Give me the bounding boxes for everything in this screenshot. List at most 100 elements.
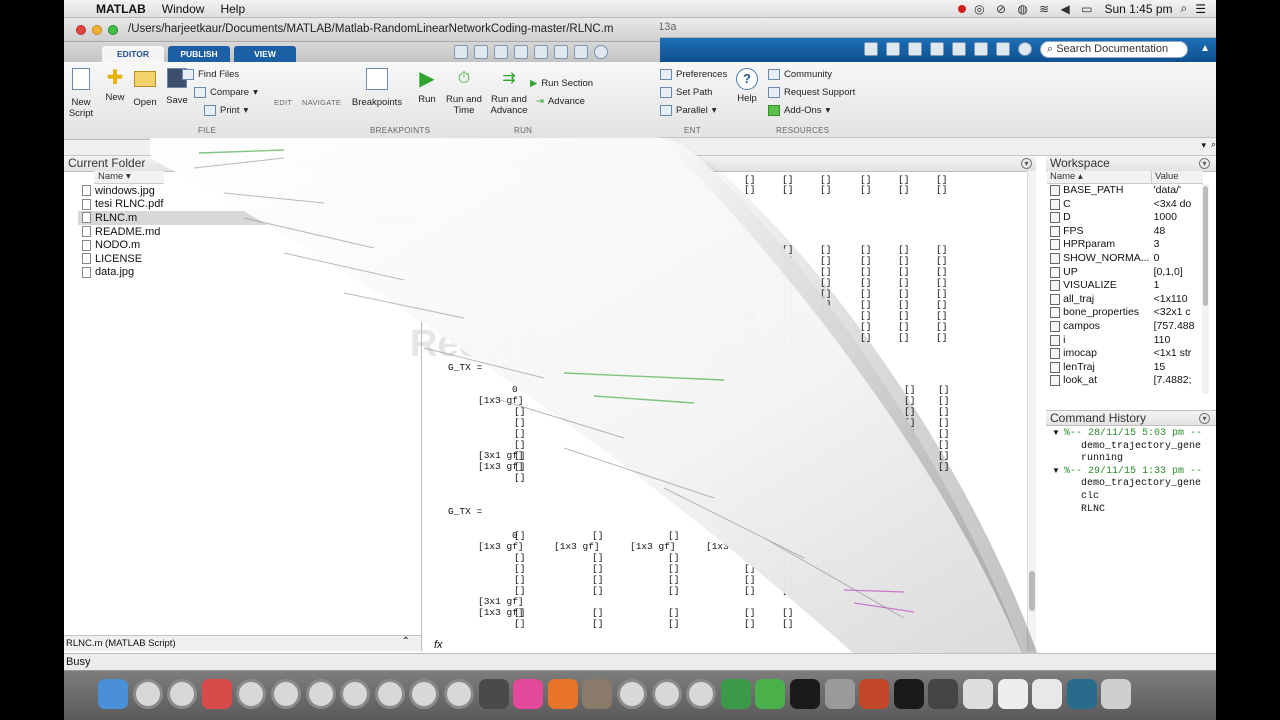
variable-icon	[1050, 307, 1061, 319]
itunes-icon[interactable]	[513, 679, 544, 709]
status-icons: ◎ ⊘ ◍ ≋ ◀ ▭	[974, 1, 1097, 16]
blocked-app-icon[interactable]	[409, 679, 440, 709]
workspace-row[interactable]: bone_properties <32x1 c	[1047, 306, 1197, 320]
search-documentation-input[interactable]: ⌕ Search Documentation	[1040, 41, 1188, 58]
variable-name: VISUALIZE	[1063, 279, 1117, 292]
history-collapse-icon[interactable]: ▼	[1052, 466, 1060, 475]
workspace-row[interactable]: imocap <1x1 str	[1047, 347, 1197, 361]
workspace-row[interactable]: look_at [7.4882;	[1047, 374, 1197, 388]
minimized-window-icon[interactable]	[928, 679, 959, 709]
variable-icon	[1050, 321, 1061, 332]
history-entry[interactable]: clc	[1081, 491, 1214, 502]
workspace-value-column[interactable]: Value	[1151, 171, 1203, 184]
blocked-app-icon[interactable]	[132, 679, 163, 709]
workspace-name-column[interactable]: Name ▴	[1047, 171, 1151, 184]
history-entry[interactable]: demo_trajectory_gene	[1081, 478, 1214, 489]
variable-icon	[1050, 185, 1061, 196]
launchpad-grid-icon[interactable]	[201, 679, 232, 709]
address-search-icon[interactable]: ⌕	[1211, 139, 1216, 150]
matlab-icon[interactable]	[859, 679, 890, 709]
variable-value: 48	[1153, 224, 1166, 237]
variable-name: look_at	[1063, 374, 1097, 387]
minimized-window-icon[interactable]	[1066, 679, 1097, 709]
workspace-list: BASE_PATH'data/' C <3x4 do D 1000 FPS 48 HPRpar…	[1047, 184, 1207, 394]
blocked-app-icon[interactable]	[686, 679, 717, 709]
workspace-row[interactable]: lenTraj 15	[1047, 361, 1197, 375]
variable-name: C	[1063, 197, 1071, 210]
mac-dock	[64, 670, 1216, 720]
variable-icon	[1050, 253, 1061, 264]
blocked-app-icon[interactable]	[340, 679, 371, 709]
blocked-app-icon[interactable]	[236, 679, 267, 709]
variable-value: 1	[1153, 279, 1160, 292]
blocked-app-icon[interactable]	[271, 679, 301, 709]
history-session-header[interactable]: %-- 28/11/15 5:03 pm --	[1064, 428, 1214, 439]
status-bar: Busy	[64, 653, 1216, 670]
history-session-header[interactable]: %-- 29/11/15 1:33 pm --	[1064, 466, 1214, 477]
history-entry[interactable]: running	[1081, 453, 1214, 464]
blocked-app-icon[interactable]	[444, 679, 474, 709]
variable-value: <1x1 str	[1153, 347, 1192, 360]
search-spotlight-icon[interactable]: ⌕	[1181, 1, 1188, 16]
minimized-window-icon[interactable]	[997, 679, 1028, 709]
minimize-ribbon-icon[interactable]: ▲	[1200, 43, 1210, 54]
firefox-icon[interactable]	[547, 679, 578, 709]
variable-name: imocap	[1063, 347, 1097, 360]
variable-icon	[1050, 280, 1061, 292]
variable-name: HPRparam	[1063, 238, 1116, 251]
notifications-icon[interactable]: ☰	[1195, 2, 1206, 16]
blocked-app-icon[interactable]	[617, 679, 647, 709]
workspace-row[interactable]: VISUALIZE 1	[1047, 279, 1197, 293]
sublime-text-icon[interactable]	[478, 679, 509, 709]
record-indicator-icon	[958, 4, 967, 13]
minimized-window-icon[interactable]	[963, 679, 993, 709]
command-history-title: Command History	[1050, 411, 1147, 425]
blocked-app-icon[interactable]	[651, 679, 682, 709]
blocked-app-icon[interactable]	[305, 679, 336, 709]
minimized-window-icon[interactable]	[1032, 679, 1063, 709]
workspace-row[interactable]: FPS 48	[1047, 225, 1197, 239]
workspace-row[interactable]: HPRparam 3	[1047, 238, 1197, 252]
letterbox-left	[0, 0, 64, 720]
variable-name: FPS	[1063, 224, 1084, 237]
variable-icon	[1050, 334, 1061, 346]
workspace-row[interactable]: i 110	[1047, 334, 1197, 348]
blocked-app-icon[interactable]	[374, 679, 405, 709]
trash-icon[interactable]	[1101, 679, 1132, 709]
pen-tool-icon[interactable]	[824, 679, 855, 709]
variable-icon	[1050, 212, 1061, 224]
workspace-row[interactable]: campos [757.488	[1047, 320, 1197, 334]
workspace-actions-icon[interactable]: ▾	[1199, 158, 1210, 169]
page-curl-transition	[150, 136, 1039, 663]
workspace-row[interactable]: D 1000	[1047, 211, 1197, 225]
finder-icon[interactable]	[98, 679, 128, 709]
variable-icon	[1050, 239, 1061, 251]
workspace-row[interactable]: SHOW_NORMA... 0	[1047, 252, 1197, 266]
clock[interactable]: Sun 1:45 pm	[1104, 2, 1172, 16]
blocked-app-icon[interactable]	[167, 679, 198, 709]
menu-help[interactable]: Help	[212, 2, 253, 16]
chrome-icon[interactable]	[720, 679, 751, 709]
workspace-title: Workspace	[1050, 156, 1110, 170]
minimized-window-icon[interactable]	[893, 679, 924, 709]
history-actions-icon[interactable]: ▾	[1199, 413, 1210, 424]
history-entry[interactable]: demo_trajectory_gene	[1081, 441, 1214, 452]
menu-window[interactable]: Window	[154, 2, 213, 16]
workspace-row[interactable]: all_traj <1x110	[1047, 293, 1197, 307]
history-collapse-icon[interactable]: ▼	[1052, 428, 1060, 437]
variable-icon	[1050, 266, 1061, 278]
gimp-icon[interactable]	[582, 679, 613, 709]
history-entry[interactable]: RLNC	[1081, 504, 1214, 515]
workspace-row[interactable]: C <3x4 do	[1047, 198, 1197, 212]
variable-value: 'data/'	[1153, 184, 1181, 196]
utorrent-icon[interactable]	[755, 679, 786, 709]
workspace-header: Workspace ▾	[1046, 156, 1216, 172]
search-documentation-placeholder: Search Documentation	[1056, 43, 1169, 55]
terminal-icon[interactable]	[790, 679, 820, 709]
workspace-scrollbar[interactable]	[1202, 184, 1209, 394]
menu-app-matlab[interactable]: MATLAB	[88, 2, 154, 16]
address-dropdown-icon[interactable]: ▾	[1201, 140, 1206, 151]
workspace-row[interactable]: BASE_PATH 'data/'	[1047, 184, 1197, 198]
workspace-row[interactable]: UP [0,1,0]	[1047, 266, 1197, 280]
variable-name: campos	[1063, 320, 1100, 332]
